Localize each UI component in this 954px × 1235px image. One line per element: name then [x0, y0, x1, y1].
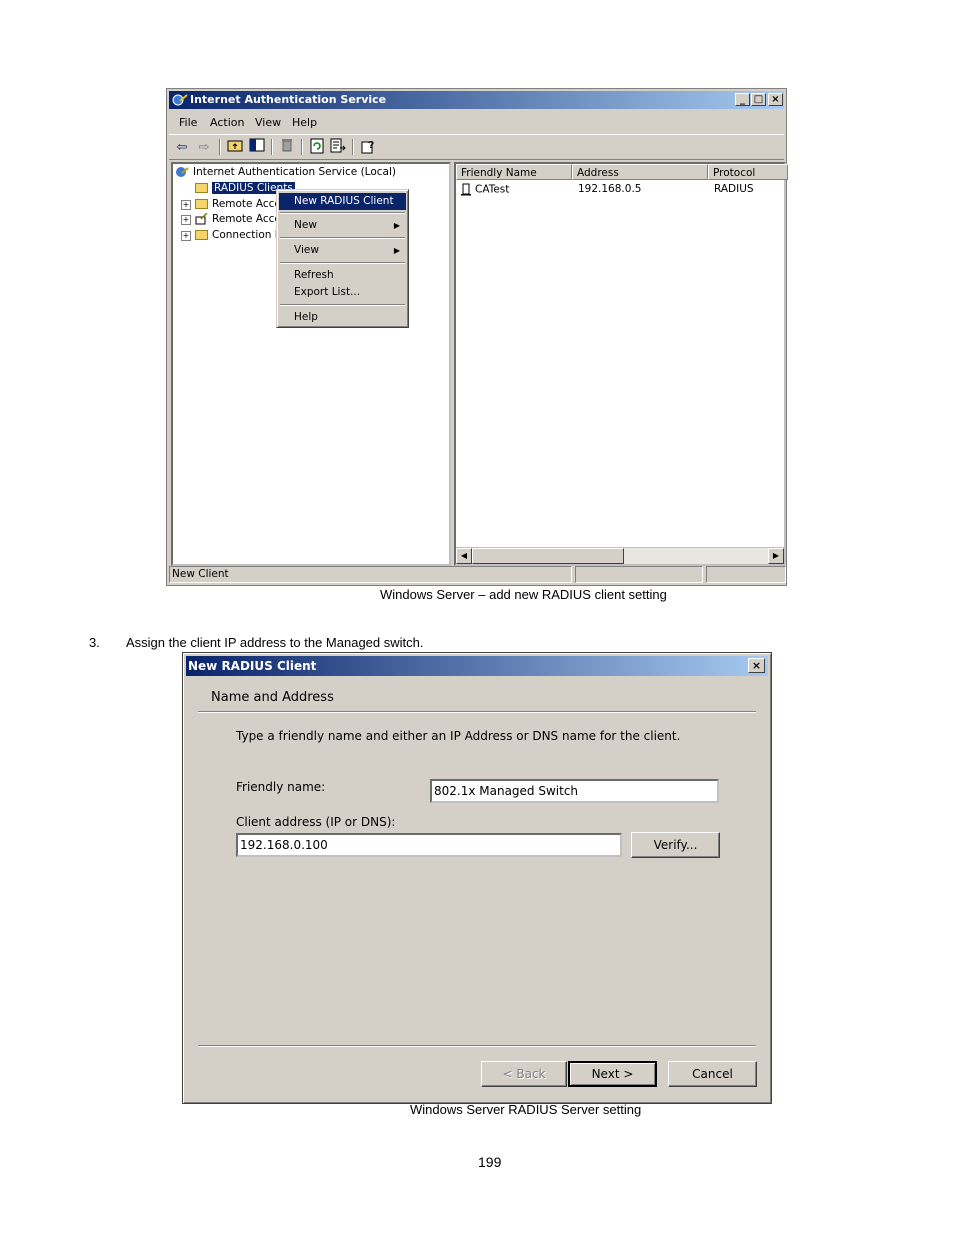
- horizontal-scrollbar[interactable]: ◀ ▶: [456, 547, 784, 564]
- export-list-icon[interactable]: [329, 138, 347, 156]
- delete-icon[interactable]: [278, 138, 296, 156]
- help-icon[interactable]: ?: [359, 138, 377, 156]
- scroll-left-icon[interactable]: ◀: [456, 548, 472, 564]
- maximize-button[interactable]: □: [751, 93, 766, 106]
- client-friendly-name: CATest: [475, 183, 510, 196]
- client-address: 192.168.0.5: [578, 183, 642, 195]
- menu-item-export-list[interactable]: Export List...: [279, 284, 406, 301]
- ias-window: Internet Authentication Service _ □ × Fi…: [166, 88, 788, 586]
- figure-caption-2: Windows Server RADIUS Server setting: [410, 1102, 642, 1117]
- tree-root[interactable]: Internet Authentication Service (Local): [175, 165, 396, 179]
- dialog-title: New RADIUS Client: [188, 659, 317, 673]
- section-title: Name and Address: [211, 690, 334, 705]
- up-folder-icon[interactable]: [226, 138, 244, 156]
- status-panel: [575, 566, 703, 583]
- menu-separator: [280, 304, 405, 306]
- friendly-name-input[interactable]: [430, 779, 719, 803]
- menu-help[interactable]: Help: [292, 116, 317, 129]
- scroll-right-icon[interactable]: ▶: [768, 548, 784, 564]
- tree-root-label: Internet Authentication Service (Local): [193, 166, 396, 178]
- cancel-button[interactable]: Cancel: [668, 1061, 757, 1087]
- details-pane[interactable]: Friendly Name Address Protocol CATest 19…: [454, 162, 788, 566]
- step-text: Assign the client IP address to the Mana…: [126, 635, 424, 650]
- table-row[interactable]: CATest: [460, 183, 509, 196]
- context-menu: New RADIUS Client New ▶ View ▶ Refresh Exp…: [276, 189, 409, 328]
- menu-item-label: New: [294, 219, 317, 231]
- menu-separator: [280, 262, 405, 264]
- back-button[interactable]: < Back: [481, 1061, 567, 1087]
- expand-icon[interactable]: +: [181, 215, 191, 225]
- client-protocol: RADIUS: [714, 183, 754, 195]
- minimize-button[interactable]: _: [735, 93, 750, 106]
- client-address-input[interactable]: [236, 833, 622, 857]
- tree-item-label: Connection R: [212, 229, 283, 241]
- back-arrow-icon[interactable]: ⇦: [173, 138, 191, 156]
- status-bar: New Client: [169, 566, 786, 583]
- step-number: 3.: [89, 635, 100, 650]
- menu-file[interactable]: File: [179, 116, 197, 129]
- menu-item-view[interactable]: View ▶: [279, 242, 406, 259]
- page-number: 199: [478, 1154, 502, 1170]
- next-button[interactable]: Next >: [568, 1061, 657, 1087]
- svg-text:?: ?: [368, 140, 374, 151]
- ias-titlebar[interactable]: Internet Authentication Service _ □ ×: [169, 91, 784, 109]
- folder-icon: [195, 230, 208, 240]
- close-button[interactable]: ×: [768, 93, 783, 106]
- header-divider: [198, 711, 756, 713]
- menu-action[interactable]: Action: [210, 116, 244, 129]
- menu-item-refresh[interactable]: Refresh: [279, 267, 406, 284]
- menu-item-new-radius-client[interactable]: New RADIUS Client: [279, 193, 406, 210]
- tree-item-remote-access-1[interactable]: Remote Acce:: [195, 197, 284, 211]
- forward-arrow-icon[interactable]: ⇨: [195, 138, 213, 156]
- ias-app-icon: [176, 167, 189, 177]
- friendly-name-label: Friendly name:: [236, 780, 326, 794]
- status-panel: [706, 566, 786, 583]
- folder-icon: [195, 199, 208, 209]
- ias-window-title: Internet Authentication Service: [190, 93, 387, 106]
- toolbar-separator: [271, 139, 273, 155]
- toolbar-separator: [352, 139, 354, 155]
- client-address-label: Client address (IP or DNS):: [236, 815, 396, 829]
- dialog-titlebar[interactable]: New RADIUS Client ×: [186, 656, 768, 676]
- column-header-protocol[interactable]: Protocol: [708, 164, 788, 180]
- policy-icon: [195, 212, 208, 225]
- footer-divider: [198, 1045, 756, 1047]
- tree-item-label: Remote Acce:: [212, 213, 285, 225]
- folder-icon: [195, 183, 208, 193]
- status-text: New Client: [169, 566, 572, 583]
- verify-button[interactable]: Verify...: [631, 832, 720, 858]
- menu-item-new[interactable]: New ▶: [279, 217, 406, 234]
- menu-item-help[interactable]: Help: [279, 309, 406, 326]
- tree-item-connection-request[interactable]: Connection R: [195, 228, 282, 242]
- menu-view[interactable]: View: [255, 116, 281, 129]
- menu-item-label: View: [294, 244, 319, 256]
- toolbar-separator: [301, 139, 303, 155]
- submenu-arrow-icon: ▶: [393, 246, 400, 255]
- refresh-icon[interactable]: [308, 138, 326, 156]
- dialog-close-button[interactable]: ×: [748, 658, 765, 673]
- tree-item-remote-access-2[interactable]: Remote Acce:: [195, 212, 284, 226]
- menu-separator: [280, 212, 405, 214]
- expand-icon[interactable]: +: [181, 231, 191, 241]
- submenu-arrow-icon: ▶: [393, 221, 400, 230]
- radius-client-icon: [461, 183, 471, 196]
- new-radius-client-dialog: New RADIUS Client × Name and Address Typ…: [182, 652, 772, 1104]
- instruction-text: Type a friendly name and either an IP Ad…: [236, 729, 681, 743]
- figure-caption-1: Windows Server – add new RADIUS client s…: [380, 587, 667, 602]
- show-tree-icon[interactable]: [248, 138, 266, 156]
- column-header-address[interactable]: Address: [572, 164, 708, 180]
- menu-separator: [280, 237, 405, 239]
- column-header-friendly-name[interactable]: Friendly Name: [456, 164, 572, 180]
- toolbar: ⇦ ⇨ ?: [169, 134, 784, 160]
- expand-icon[interactable]: +: [181, 200, 191, 210]
- scroll-thumb[interactable]: [472, 548, 624, 564]
- tree-item-label: Remote Acce:: [212, 198, 285, 210]
- ias-app-icon: [172, 94, 188, 106]
- toolbar-separator: [219, 139, 221, 155]
